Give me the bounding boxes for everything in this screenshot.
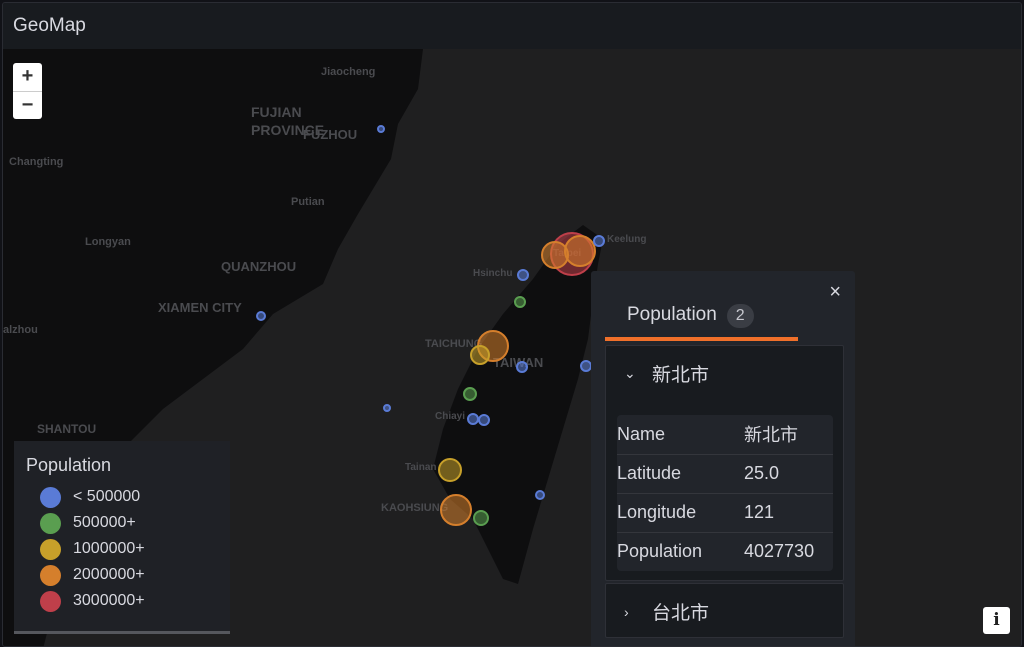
legend-title: Population	[26, 455, 112, 475]
chevron-down-icon: ⌄	[624, 365, 636, 381]
table-row: Population 4027730	[617, 532, 833, 571]
field-name: Longitude	[617, 493, 744, 533]
map-label: Keelung	[607, 234, 646, 245]
legend-label: 3000000+	[73, 592, 145, 609]
map-canvas[interactable]: Jiaocheng FUJIAN PROVINCE FUZHOU Changting Pu…	[3, 49, 1021, 646]
map-marker[interactable]	[256, 311, 266, 321]
legend-item: 3000000+	[26, 588, 218, 614]
map-label: Longyan	[85, 236, 131, 248]
legend-item: 1000000+	[26, 536, 218, 562]
map-marker[interactable]	[514, 296, 526, 308]
field-value: 新北市	[744, 415, 833, 455]
feature-table: Name 新北市 Latitude 25.0 Longitude 121 Populatio…	[617, 415, 833, 571]
tab-label: Population	[627, 304, 717, 325]
map-marker[interactable]	[517, 269, 529, 281]
legend-swatch	[40, 590, 61, 612]
field-name: Latitude	[617, 454, 744, 494]
legend-scrollbar[interactable]	[14, 631, 230, 634]
map-label: FUZHOU	[303, 127, 357, 142]
chevron-right-icon: ›	[624, 603, 629, 620]
map-label: KAOHSIUNG	[381, 502, 448, 514]
map-marker[interactable]	[593, 235, 605, 247]
map-label: Jiaocheng	[321, 66, 375, 78]
map-label: Tainan	[405, 462, 436, 473]
map-marker[interactable]	[535, 490, 545, 500]
map-marker[interactable]	[383, 404, 391, 412]
map-label: XIAMEN CITY	[158, 300, 242, 315]
legend-item: 2000000+	[26, 562, 218, 588]
map-label: Chiayi	[435, 411, 465, 422]
feature-name: 台北市	[652, 603, 710, 624]
legend-label: 1000000+	[73, 540, 145, 557]
table-row: Longitude 121	[617, 493, 833, 533]
field-name: Population	[617, 541, 703, 562]
zoom-out-button[interactable]: −	[13, 91, 42, 119]
map-marker[interactable]	[470, 345, 490, 365]
map-marker[interactable]	[467, 413, 479, 425]
map-label: Putian	[291, 196, 325, 208]
geomap-panel: GeoMap Jiaocheng FUJIAN PROVINCE FUZHOU Chan…	[2, 2, 1022, 647]
table-row: Name 新北市	[617, 415, 833, 455]
map-marker[interactable]	[541, 241, 569, 269]
count-badge: 2	[726, 304, 754, 328]
legend-item: < 500000	[26, 484, 218, 510]
close-icon[interactable]: ×	[829, 281, 841, 304]
field-name: Name	[617, 415, 744, 455]
legend-item: 500000+	[26, 510, 218, 536]
legend-swatch	[40, 512, 61, 534]
feature-header-2[interactable]: › 台北市	[606, 584, 843, 639]
map-marker[interactable]	[580, 360, 592, 372]
legend-label: 500000+	[73, 514, 136, 531]
feature-section-2: › 台北市	[605, 583, 844, 638]
map-marker[interactable]	[478, 414, 490, 426]
map-marker[interactable]	[564, 235, 596, 267]
table-row: Latitude 25.0	[617, 454, 833, 494]
legend-label: < 500000	[73, 488, 141, 505]
map-label: alzhou	[3, 324, 38, 336]
map-marker[interactable]	[516, 361, 528, 373]
field-value: 25.0	[744, 454, 833, 494]
map-label: QUANZHOU	[221, 259, 296, 274]
tab-population[interactable]: Population 2	[605, 299, 798, 341]
legend-swatch	[40, 538, 61, 560]
field-value: 4027730	[744, 541, 815, 562]
map-label: Hsinchu	[473, 268, 512, 279]
map-marker[interactable]	[473, 510, 489, 526]
info-button[interactable]: i	[983, 607, 1010, 634]
map-marker[interactable]	[438, 458, 462, 482]
legend-swatch	[40, 486, 61, 508]
feature-section-1: ⌄ 新北市 Name 新北市 Latitude 25.0 Longitude 121 Popu…	[605, 345, 844, 581]
zoom-in-button[interactable]: +	[13, 63, 42, 91]
map-marker[interactable]	[377, 125, 385, 133]
taiwan-land	[433, 225, 603, 584]
map-marker[interactable]	[440, 494, 472, 526]
map-marker[interactable]	[463, 387, 477, 401]
data-popup: × Population 2 ⌄ 新北市 Name 新北市 Latitude 25.0 Lo…	[591, 271, 855, 646]
map-label: FUJIAN	[251, 104, 302, 120]
field-value: 121	[744, 493, 833, 533]
legend: Population < 500000 500000+ 1000000+ 200000…	[14, 441, 230, 634]
legend-label: 2000000+	[73, 566, 145, 583]
panel-title: GeoMap	[3, 3, 1021, 49]
zoom-controls: + −	[13, 63, 42, 119]
legend-swatch	[40, 564, 61, 586]
feature-header-1[interactable]: ⌄ 新北市	[606, 346, 843, 401]
map-label: SHANTOU	[37, 422, 96, 436]
feature-name: 新北市	[652, 365, 710, 386]
map-label: Changting	[9, 156, 63, 168]
